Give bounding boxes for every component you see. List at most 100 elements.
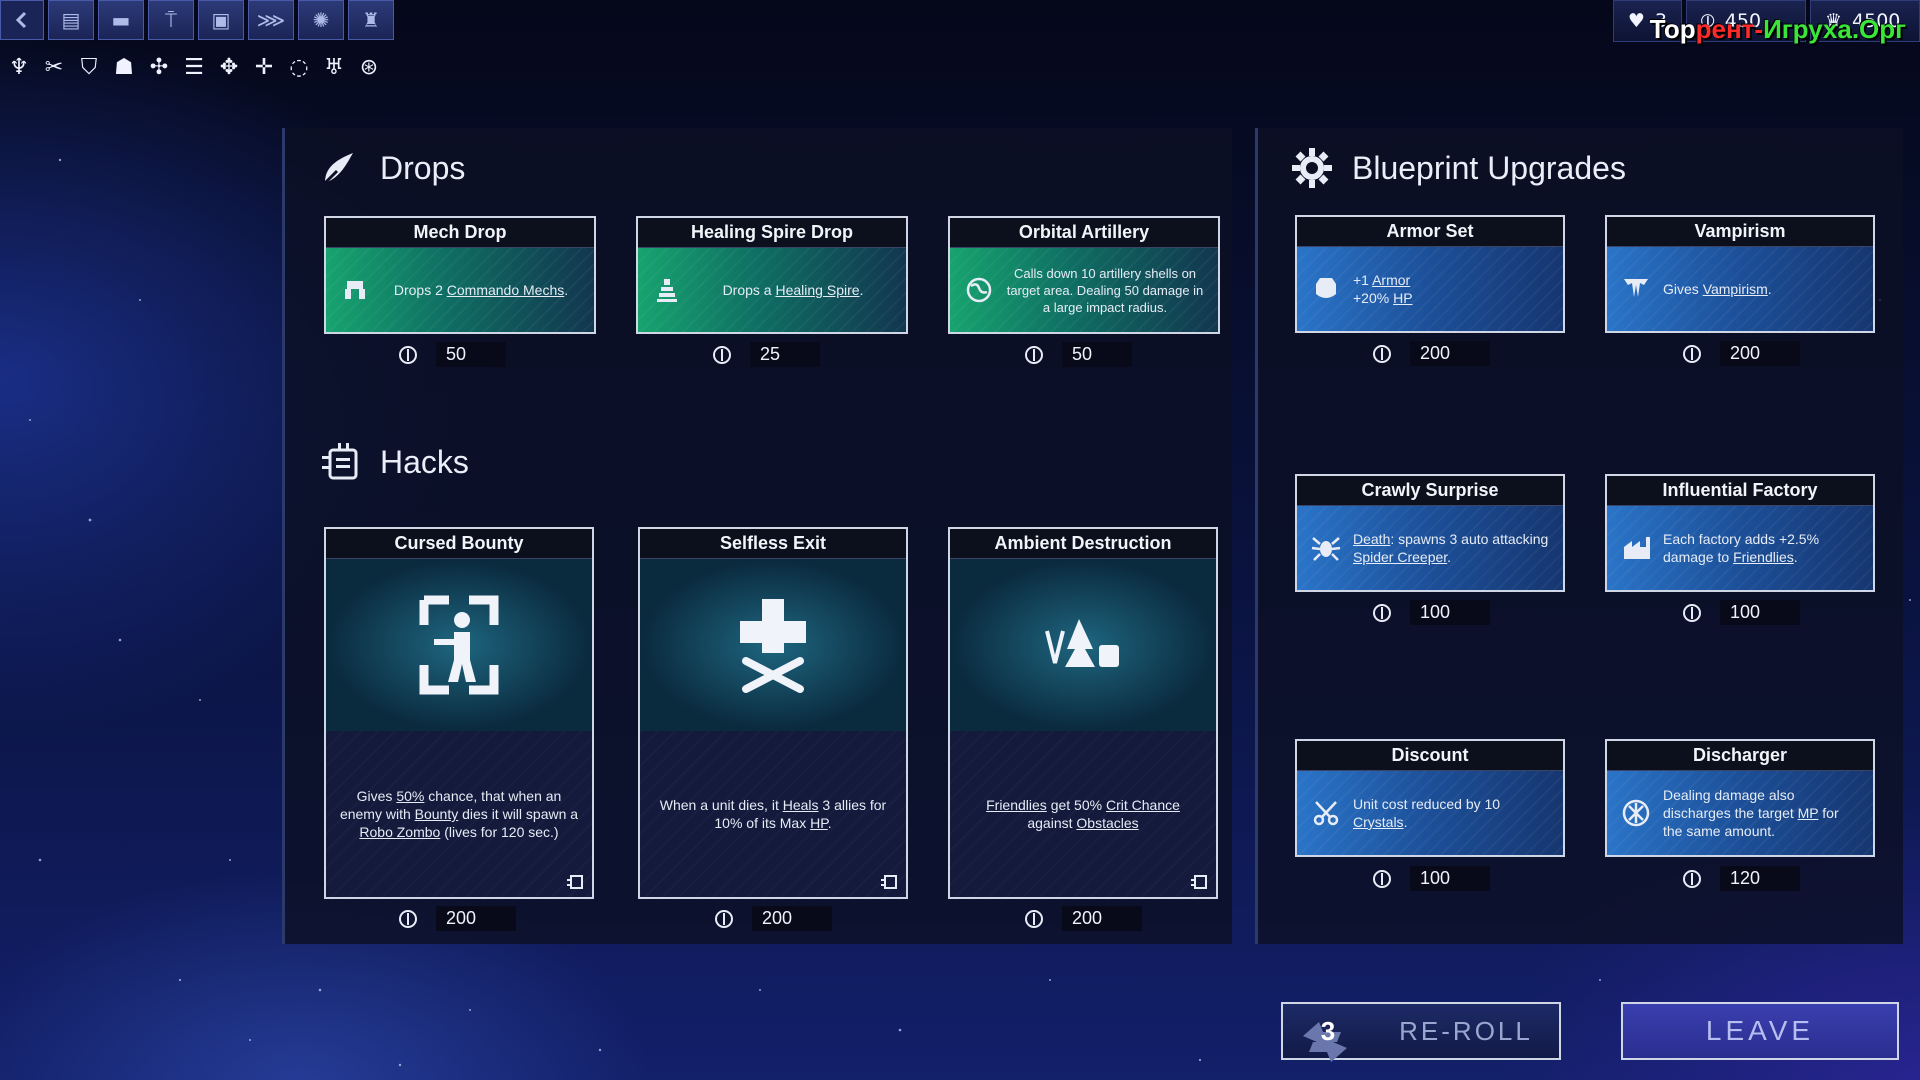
blueprint-card-discount[interactable]: Discount Unit cost reduced by 10 Crystal… — [1295, 739, 1565, 857]
helmet-icon: ☰ — [184, 54, 204, 80]
vehicle-icon: ▣ — [211, 8, 231, 32]
hack-card-selfless-exit[interactable]: Selfless Exit When a unit dies, it Heals… — [638, 527, 908, 899]
crystal-icon — [1025, 345, 1043, 364]
card-description: Drops 2 Commando Mechs. — [393, 282, 569, 298]
squad-icon: ☗ — [114, 54, 134, 80]
watermark: Торрент-Игруха.Орг — [1649, 14, 1906, 44]
card-description: Dealing damage also discharges the targe… — [1663, 787, 1839, 839]
drop-card-mech-drop[interactable]: Mech Drop Drops 2 Commando Mechs. — [324, 216, 596, 334]
blueprint-card-influential-factory[interactable]: Influential Factory Each factory adds +2… — [1605, 474, 1875, 592]
card-description: +1 Armor +20% HP — [1353, 272, 1413, 306]
card-title: Ambient Destruction — [950, 529, 1216, 559]
tower-icon: ⍑ — [165, 8, 177, 32]
wings-icon: ✣ — [149, 54, 169, 80]
card-description: Gives 50% chance, that when an enemy wit… — [326, 731, 592, 897]
card-icon: ▤ — [61, 8, 81, 32]
crystal-icon — [1683, 869, 1701, 888]
crystal-icon — [1373, 344, 1391, 363]
card-title: Crawly Surprise — [1297, 476, 1563, 506]
mech-icon — [340, 275, 370, 305]
price-influential-factory: 100 — [1682, 600, 1801, 625]
toolbar-atom-button[interactable]: ✺ — [298, 0, 344, 40]
tools-icon: ✂ — [44, 54, 64, 80]
toolbar-tank-button[interactable]: ▬ — [98, 0, 144, 40]
crystal-icon — [1373, 869, 1391, 888]
back-button[interactable] — [0, 0, 44, 40]
card-title: Discharger — [1607, 741, 1873, 771]
price-orbital-artillery: 50 — [1024, 342, 1133, 367]
price-healing-spire-drop: 25 — [712, 342, 821, 367]
price-mech-drop: 50 — [398, 342, 507, 367]
armor-icon — [1311, 274, 1341, 304]
card-description: Each factory adds +2.5% damage to Friend… — [1663, 531, 1820, 565]
factory-icon — [1621, 533, 1651, 563]
chevron-left-icon — [15, 11, 27, 29]
hack-card-cursed-bounty[interactable]: Cursed Bounty Gives 50% chance, that whe… — [324, 527, 594, 899]
card-description: Friendlies get 50% Crit Chance against O… — [950, 731, 1216, 897]
card-description: Calls down 10 artillery shells on target… — [1006, 265, 1204, 315]
blueprint-card-armor-set[interactable]: Armor Set +1 Armor +20% HP — [1295, 215, 1565, 333]
card-title: Cursed Bounty — [326, 529, 592, 559]
blueprint-card-crawly-surprise[interactable]: Crawly Surprise Death: spawns 3 auto att… — [1295, 474, 1565, 592]
leave-button[interactable]: LEAVE — [1621, 1002, 1899, 1060]
globe-icon — [964, 275, 994, 305]
crystal-icon — [715, 909, 733, 928]
price-armor-set: 200 — [1372, 341, 1491, 366]
claw-icon: ⋙ — [256, 8, 286, 32]
card-title: Healing Spire Drop — [638, 218, 906, 248]
atom-icon: ✺ — [312, 8, 330, 32]
card-description: Unit cost reduced by 10 Crystals. — [1353, 796, 1501, 830]
crystal-icon — [1373, 603, 1391, 622]
toolbar-card-button[interactable]: ▤ — [48, 0, 94, 40]
reroll-label: RE-ROLL — [1399, 1015, 1533, 1046]
cross-bones-icon — [740, 599, 806, 693]
price-selfless-exit: 200 — [714, 906, 833, 931]
hack-art — [326, 559, 592, 731]
drop-card-healing-spire-drop[interactable]: Healing Spire Drop Drops a Healing Spire… — [636, 216, 908, 334]
obstacles-icon — [1045, 619, 1119, 667]
toolbar-base-button[interactable]: ♜ — [348, 0, 394, 40]
spider-icon — [1311, 533, 1341, 563]
owned-upgrades-bar: ♆ ✂ ⛉ ☗ ✣ ☰ ✥ ✛ ◌ ♅ ⊛ — [4, 52, 384, 82]
top-toolbar: ▤ ▬ ⍑ ▣ ⋙ ✺ ♜ — [0, 0, 394, 40]
drop-icon — [318, 146, 362, 190]
blueprint-card-vampirism[interactable]: Vampirism Gives Vampirism. — [1605, 215, 1875, 333]
toolbar-vehicle-button[interactable]: ▣ — [198, 0, 244, 40]
ring-icon: ◌ — [289, 54, 309, 80]
reroll-button[interactable]: 3 RE-ROLL — [1281, 1002, 1561, 1062]
blueprint-card-discharger[interactable]: Discharger Dealing damage also discharge… — [1605, 739, 1875, 857]
drop-card-orbital-artillery[interactable]: Orbital Artillery Calls down 10 artiller… — [948, 216, 1220, 334]
price-ambient-destruction: 200 — [1024, 906, 1143, 931]
fangs-icon: ♆ — [9, 54, 29, 80]
card-title: Influential Factory — [1607, 476, 1873, 506]
card-title: Discount — [1297, 741, 1563, 771]
card-title: Armor Set — [1297, 217, 1563, 247]
toolbar-claw-button[interactable]: ⋙ — [248, 0, 294, 40]
crystal-icon — [713, 345, 731, 364]
card-title: Selfless Exit — [640, 529, 906, 559]
crystal-icon — [399, 909, 417, 928]
spire-icon — [652, 275, 682, 305]
hack-card-ambient-destruction[interactable]: Ambient Destruction Friendlies get 50% C… — [948, 527, 1218, 899]
hack-chip-icon — [1191, 875, 1207, 889]
card-title: Orbital Artillery — [950, 218, 1218, 248]
scissors-icon — [1311, 798, 1341, 828]
base-icon: ♜ — [362, 8, 380, 32]
fangs-icon — [1621, 274, 1651, 304]
price-discount: 100 — [1372, 866, 1491, 891]
tank-icon: ▬ — [111, 8, 131, 32]
gear-icon — [1290, 146, 1334, 190]
hack-chip-icon — [881, 875, 897, 889]
reroll-counter: 3 — [1283, 1016, 1373, 1062]
hacks-section-title: Hacks — [318, 440, 469, 484]
shield-icon: ⛉ — [80, 54, 98, 80]
crystal-icon — [1683, 603, 1701, 622]
crystal-icon — [1025, 909, 1043, 928]
claw-shield-icon: ♅ — [324, 54, 344, 80]
price-crawly-surprise: 100 — [1372, 600, 1491, 625]
target-figure-icon — [419, 595, 499, 695]
toolbar-tower-button[interactable]: ⍑ — [148, 0, 194, 40]
card-description: Death: spawns 3 auto attacking Spider Cr… — [1353, 531, 1549, 565]
card-title: Mech Drop — [326, 218, 594, 248]
card-description: When a unit dies, it Heals 3 allies for … — [640, 731, 906, 897]
